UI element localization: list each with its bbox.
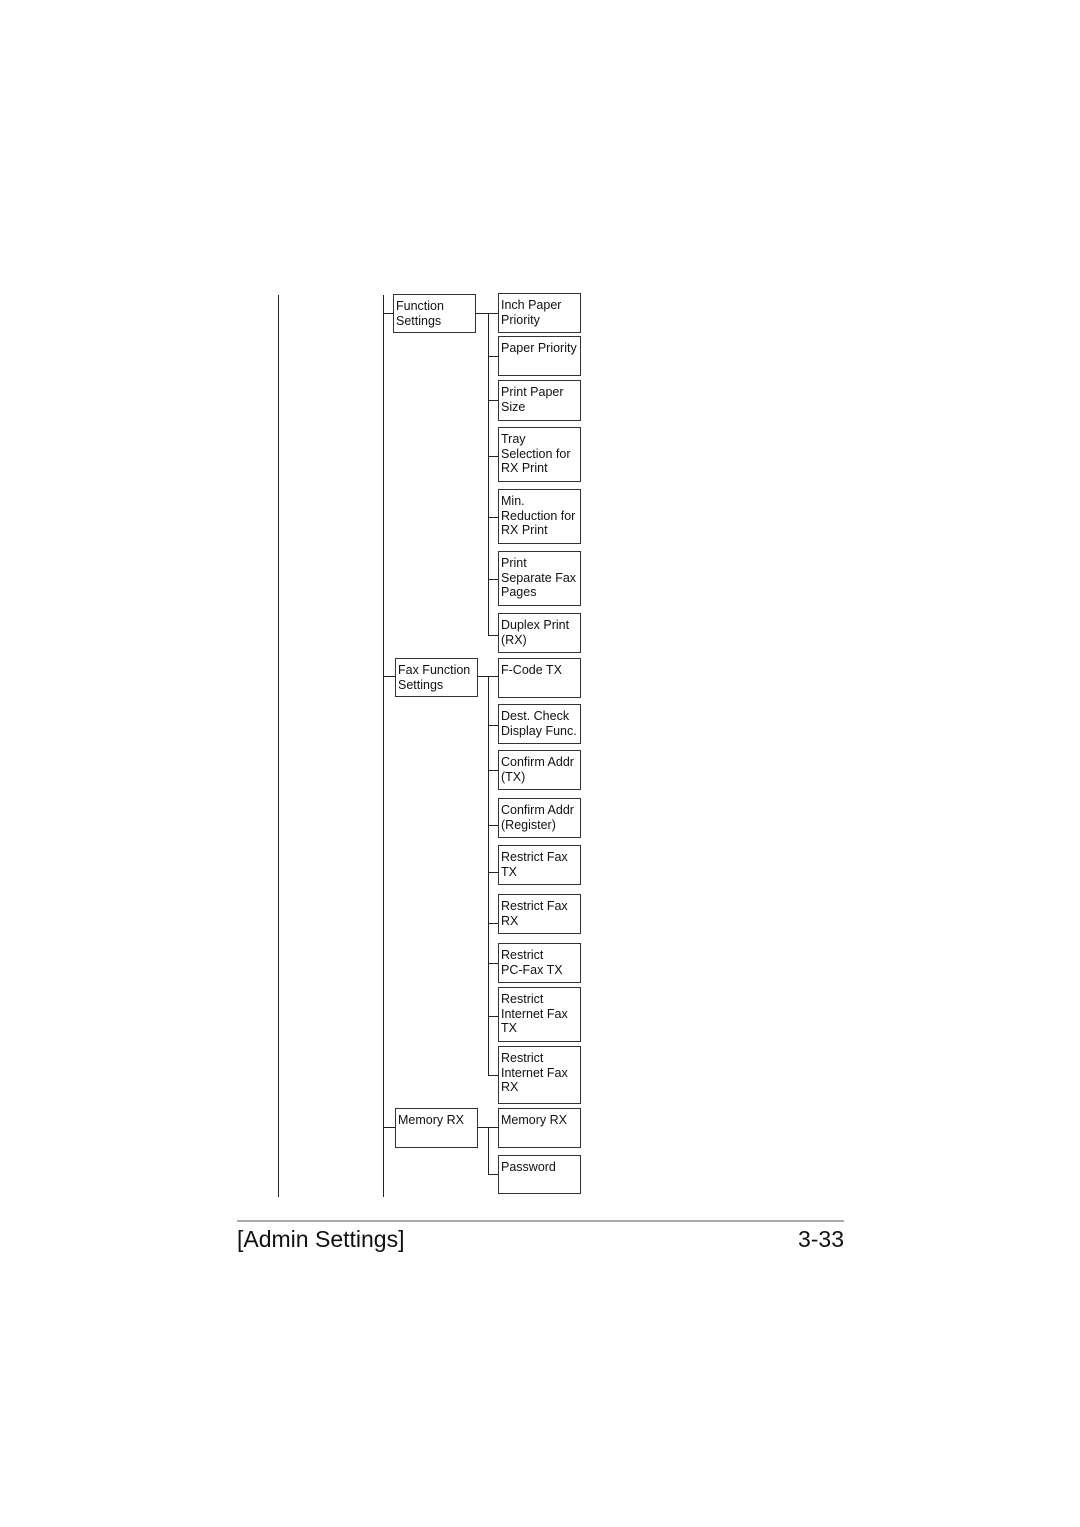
item-dest-check-display-func: Dest. Check Display Func.	[498, 704, 581, 744]
item-print-paper-size: Print Paper Size	[498, 380, 581, 421]
footer-divider	[237, 1220, 844, 1222]
connector	[383, 313, 393, 314]
connector	[488, 825, 498, 826]
connector	[488, 635, 498, 636]
tree-trunk-line	[383, 295, 384, 1197]
section-title: [Admin Settings]	[237, 1226, 405, 1252]
connector	[488, 400, 498, 401]
connector	[488, 456, 498, 457]
connector	[488, 356, 498, 357]
item-f-code-tx: F-Code TX	[498, 658, 581, 698]
connector	[488, 963, 498, 964]
group-function-settings: Function Settings	[393, 294, 476, 333]
connector	[488, 872, 498, 873]
connector	[488, 579, 498, 580]
item-confirm-addr-register: Confirm Addr (Register)	[498, 798, 581, 838]
item-restrict-fax-tx: Restrict Fax TX	[498, 845, 581, 885]
connector	[488, 517, 498, 518]
item-memory-rx: Memory RX	[498, 1108, 581, 1148]
item-print-separate-fax-pages: Print Separate Fax Pages	[498, 551, 581, 606]
item-paper-priority: Paper Priority	[498, 336, 581, 376]
item-confirm-addr-tx: Confirm Addr (TX)	[498, 750, 581, 790]
connector	[476, 313, 498, 314]
branch-line	[488, 313, 489, 636]
group-fax-function-settings: Fax Function Settings	[395, 658, 478, 697]
connector	[488, 923, 498, 924]
connector	[488, 1016, 498, 1017]
item-inch-paper-priority: Inch Paper Priority	[498, 293, 581, 333]
group-memory-rx: Memory RX	[395, 1108, 478, 1148]
item-restrict-internet-fax-tx: Restrict Internet Fax TX	[498, 987, 581, 1042]
item-restrict-pc-fax-tx: Restrict PC-Fax TX	[498, 943, 581, 983]
connector	[488, 770, 498, 771]
connector	[383, 676, 395, 677]
item-restrict-fax-rx: Restrict Fax RX	[498, 894, 581, 934]
item-duplex-print-rx: Duplex Print (RX)	[498, 613, 581, 653]
item-min-reduction-rx-print: Min. Reduction for RX Print	[498, 489, 581, 544]
item-tray-selection-rx-print: Tray Selection for RX Print	[498, 427, 581, 482]
connector	[488, 1075, 498, 1076]
connector	[383, 1127, 395, 1128]
item-password: Password	[498, 1155, 581, 1194]
connector	[488, 1174, 498, 1175]
branch-line	[488, 1127, 489, 1174]
connector	[488, 725, 498, 726]
page-number: 3-33	[797, 1226, 844, 1252]
item-restrict-internet-fax-rx: Restrict Internet Fax RX	[498, 1046, 581, 1104]
tree-trunk-line-outer	[278, 295, 279, 1197]
